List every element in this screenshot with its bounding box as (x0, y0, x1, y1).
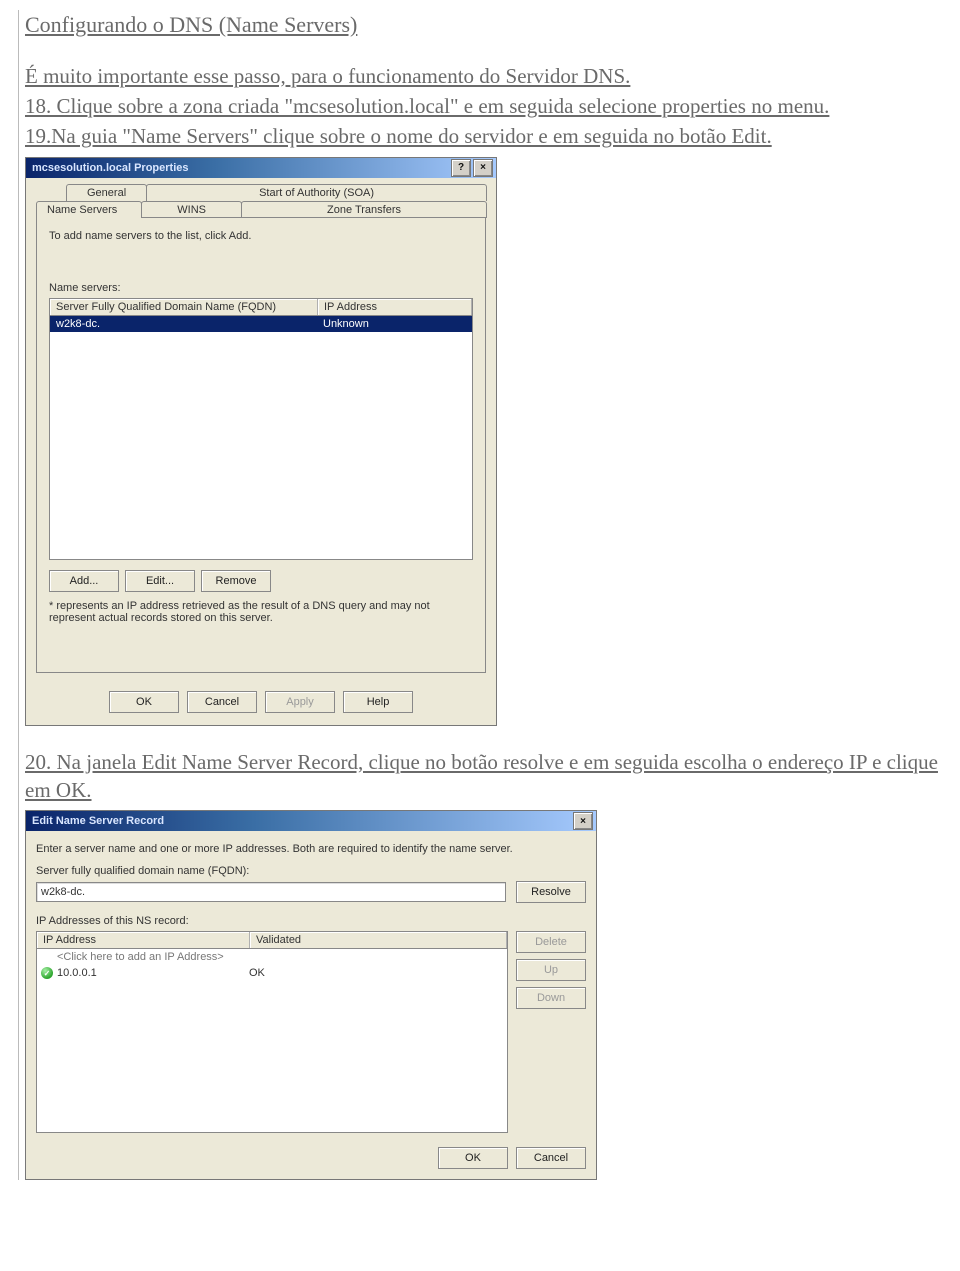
instructions: Enter a server name and one or more IP a… (36, 843, 586, 855)
col-ip[interactable]: IP Address (37, 932, 250, 948)
properties-dialog: mcsesolution.local Properties ? × Genera… (25, 157, 497, 726)
edit-button[interactable]: Edit... (125, 570, 195, 592)
properties-titlebar[interactable]: mcsesolution.local Properties ? × (26, 158, 496, 178)
col-ip[interactable]: IP Address (318, 299, 472, 315)
col-fqdn[interactable]: Server Fully Qualified Domain Name (FQDN… (50, 299, 318, 315)
doc-p2: 18. Clique sobre a zona criada "mcsesolu… (25, 94, 829, 118)
edit-ns-title: Edit Name Server Record (32, 815, 164, 827)
edit-ns-record-dialog: Edit Name Server Record × Enter a server… (25, 810, 597, 1180)
fqdn-label: Server fully qualified domain name (FQDN… (36, 865, 586, 877)
tab-name-servers[interactable]: Name Servers (36, 201, 142, 218)
name-servers-list[interactable]: Server Fully Qualified Domain Name (FQDN… (49, 298, 473, 560)
footnote: * represents an IP address retrieved as … (49, 600, 469, 624)
ip-validated: OK (249, 967, 507, 979)
doc-p3: 19.Na guia "Name Servers" clique sobre o… (25, 124, 772, 148)
name-server-row[interactable]: w2k8-dc. Unknown (50, 316, 472, 332)
edit-ns-titlebar[interactable]: Edit Name Server Record × (26, 811, 596, 831)
ip-row[interactable]: ✓ 10.0.0.1 OK (37, 965, 507, 981)
close-button[interactable]: × (573, 812, 593, 830)
add-hint: To add name servers to the list, click A… (49, 230, 473, 242)
name-servers-panel: To add name servers to the list, click A… (36, 217, 486, 673)
down-button: Down (516, 987, 586, 1009)
resolve-button[interactable]: Resolve (516, 881, 586, 903)
name-servers-label: Name servers: (49, 282, 473, 294)
cancel-button[interactable]: Cancel (187, 691, 257, 713)
doc-p1: É muito importante esse passo, para o fu… (25, 64, 630, 88)
delete-button: Delete (516, 931, 586, 953)
ip-list-label: IP Addresses of this NS record: (36, 915, 586, 927)
ok-button[interactable]: OK (109, 691, 179, 713)
tab-wins[interactable]: WINS (141, 201, 242, 218)
add-button[interactable]: Add... (49, 570, 119, 592)
col-validated[interactable]: Validated (250, 932, 507, 948)
helpdlg-button[interactable]: Help (343, 691, 413, 713)
doc-p4: 20. Na janela Edit Name Server Record, c… (25, 750, 938, 802)
remove-button[interactable]: Remove (201, 570, 271, 592)
cancel-button[interactable]: Cancel (516, 1147, 586, 1169)
ok-button[interactable]: OK (438, 1147, 508, 1169)
row-fqdn: w2k8-dc. (50, 316, 317, 332)
help-button[interactable]: ? (451, 159, 471, 177)
add-ip-hint-row[interactable]: <Click here to add an IP Address> (37, 949, 507, 965)
doc-title: Configurando o DNS (Name Servers) (25, 12, 357, 37)
tab-zone-transfers[interactable]: Zone Transfers (241, 201, 487, 218)
ip-address-list[interactable]: IP Address Validated <Click here to add … (36, 931, 508, 1133)
check-ok-icon: ✓ (41, 967, 53, 979)
list-header: Server Fully Qualified Domain Name (FQDN… (50, 299, 472, 316)
apply-button: Apply (265, 691, 335, 713)
close-button[interactable]: × (473, 159, 493, 177)
tab-general[interactable]: General (66, 184, 147, 201)
properties-title: mcsesolution.local Properties (32, 162, 189, 174)
ip-value: 10.0.0.1 (57, 967, 249, 979)
tab-soa[interactable]: Start of Authority (SOA) (146, 184, 487, 201)
up-button: Up (516, 959, 586, 981)
row-ip: Unknown (317, 316, 472, 332)
ip-list-header: IP Address Validated (37, 932, 507, 949)
fqdn-input[interactable] (36, 882, 506, 902)
